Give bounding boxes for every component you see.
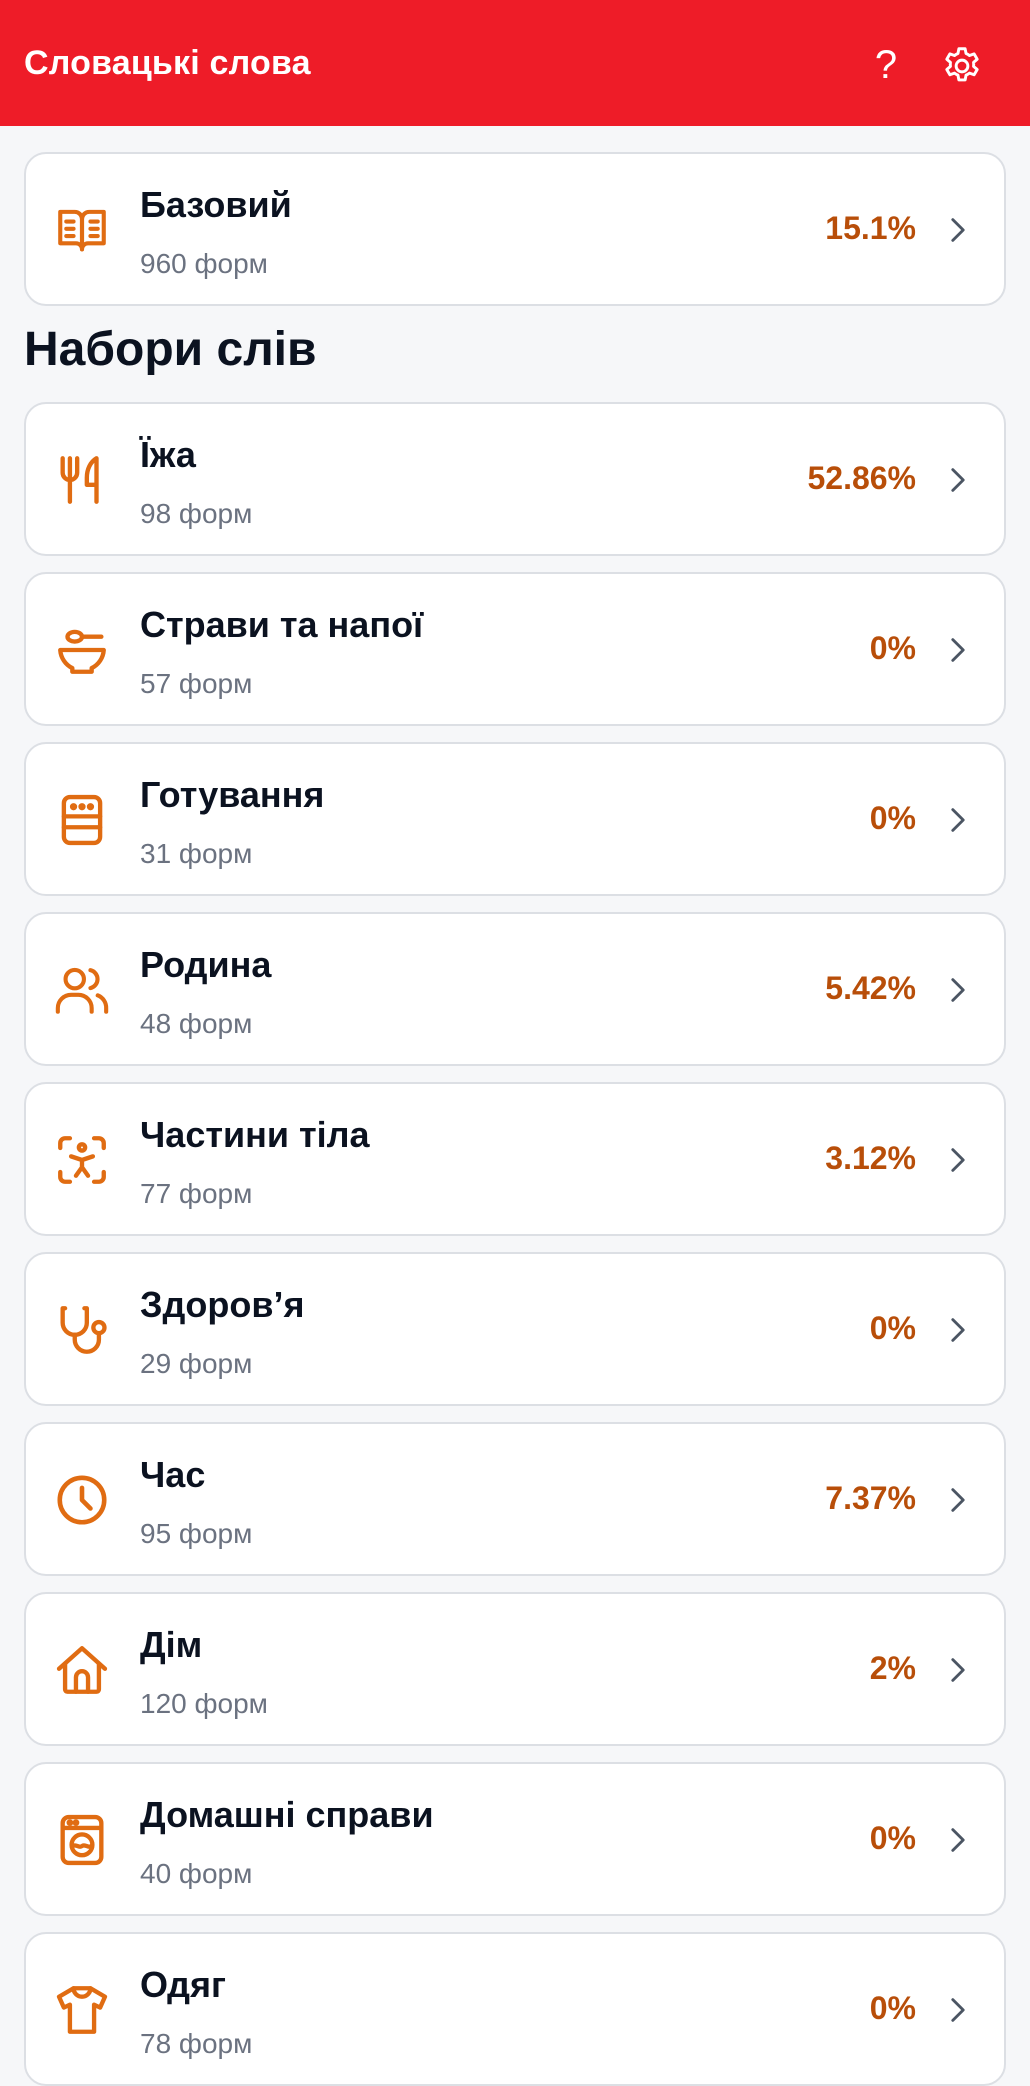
chevron-right-icon (942, 214, 974, 246)
chevron-right-icon (942, 634, 974, 666)
t-shirt-icon (52, 1980, 112, 2040)
set-title: Страви та напої (140, 604, 424, 645)
set-form-count: 57 форм (140, 668, 253, 699)
set-form-count: 960 форм (140, 248, 268, 279)
washing-machine-icon (52, 1810, 112, 1870)
settings-button[interactable] (932, 36, 992, 96)
top-app-bar: Словацькі слова ? (0, 0, 1030, 126)
app-title: Словацькі слова (24, 44, 311, 82)
set-form-count: 95 форм (140, 1518, 253, 1549)
set-card-cooking[interactable]: Готування 31 форм 0% (24, 742, 1006, 896)
set-card-family[interactable]: Родина 48 форм 5.42% (24, 912, 1006, 1066)
clock-icon (52, 1470, 112, 1530)
open-book-icon (52, 200, 112, 260)
set-card-home[interactable]: Дім 120 форм 2% (24, 1592, 1006, 1746)
chevron-right-icon (942, 804, 974, 836)
chevron-right-icon (942, 974, 974, 1006)
set-progress-percent: 0% (869, 630, 916, 666)
set-form-count: 120 форм (140, 1688, 268, 1719)
people-icon (52, 960, 112, 1020)
set-progress-percent: 3.12% (825, 1140, 916, 1176)
help-button[interactable]: ? (856, 38, 916, 92)
set-form-count: 29 форм (140, 1348, 253, 1379)
set-card-housework[interactable]: Домашні справи 40 форм 0% (24, 1762, 1006, 1916)
set-title: Їжа (140, 434, 196, 475)
stethoscope-icon (52, 1300, 112, 1360)
chevron-right-icon (942, 1994, 974, 2026)
chevron-right-icon (942, 1484, 974, 1516)
set-card-time[interactable]: Час 95 форм 7.37% (24, 1422, 1006, 1576)
set-progress-percent: 0% (869, 1820, 916, 1856)
set-title: Дім (140, 1624, 203, 1665)
set-progress-percent: 5.42% (825, 970, 916, 1006)
set-card-food[interactable]: Їжа 98 форм 52.86% (24, 402, 1006, 556)
set-title: Домашні справи (140, 1794, 434, 1835)
set-progress-percent: 0% (869, 800, 916, 836)
set-title: Частини тіла (140, 1114, 370, 1155)
bowl-icon (52, 620, 112, 680)
oven-icon (52, 790, 112, 850)
set-form-count: 98 форм (140, 498, 253, 529)
fork-knife-icon (52, 450, 112, 510)
chevron-right-icon (942, 464, 974, 496)
section-title: Набори слів (24, 323, 317, 376)
set-card-clothes[interactable]: Одяг 78 форм 0% (24, 1932, 1006, 2086)
chevron-right-icon (942, 1654, 974, 1686)
set-card-health[interactable]: Здоров’я 29 форм 0% (24, 1252, 1006, 1406)
set-progress-percent: 0% (869, 1310, 916, 1346)
set-title: Готування (140, 774, 325, 815)
set-progress-percent: 0% (869, 1990, 916, 2026)
chevron-right-icon (942, 1824, 974, 1856)
set-progress-percent: 15.1% (825, 210, 916, 246)
chevron-right-icon (942, 1144, 974, 1176)
set-title: Одяг (140, 1964, 226, 2005)
set-form-count: 77 форм (140, 1178, 253, 1209)
set-progress-percent: 7.37% (825, 1480, 916, 1516)
set-form-count: 40 форм (140, 1858, 253, 1889)
set-title: Базовий (140, 184, 292, 225)
chevron-right-icon (942, 1314, 974, 1346)
base-set-card[interactable]: Базовий 960 форм 15.1% (24, 152, 1006, 306)
set-title: Здоров’я (140, 1284, 305, 1325)
gear-icon (945, 47, 979, 82)
set-title: Родина (140, 944, 272, 985)
set-form-count: 78 форм (140, 2028, 253, 2059)
set-card-dishes-drinks[interactable]: Страви та напої 57 форм 0% (24, 572, 1006, 726)
set-card-body-parts[interactable]: Частини тіла 77 форм 3.12% (24, 1082, 1006, 1236)
help-icon: ? (874, 42, 898, 87)
set-title: Час (140, 1454, 206, 1495)
set-progress-percent: 2% (869, 1650, 916, 1686)
house-icon (52, 1640, 112, 1700)
body-scan-icon (52, 1130, 112, 1190)
set-form-count: 48 форм (140, 1008, 253, 1039)
set-form-count: 31 форм (140, 838, 253, 869)
set-progress-percent: 52.86% (807, 460, 916, 496)
